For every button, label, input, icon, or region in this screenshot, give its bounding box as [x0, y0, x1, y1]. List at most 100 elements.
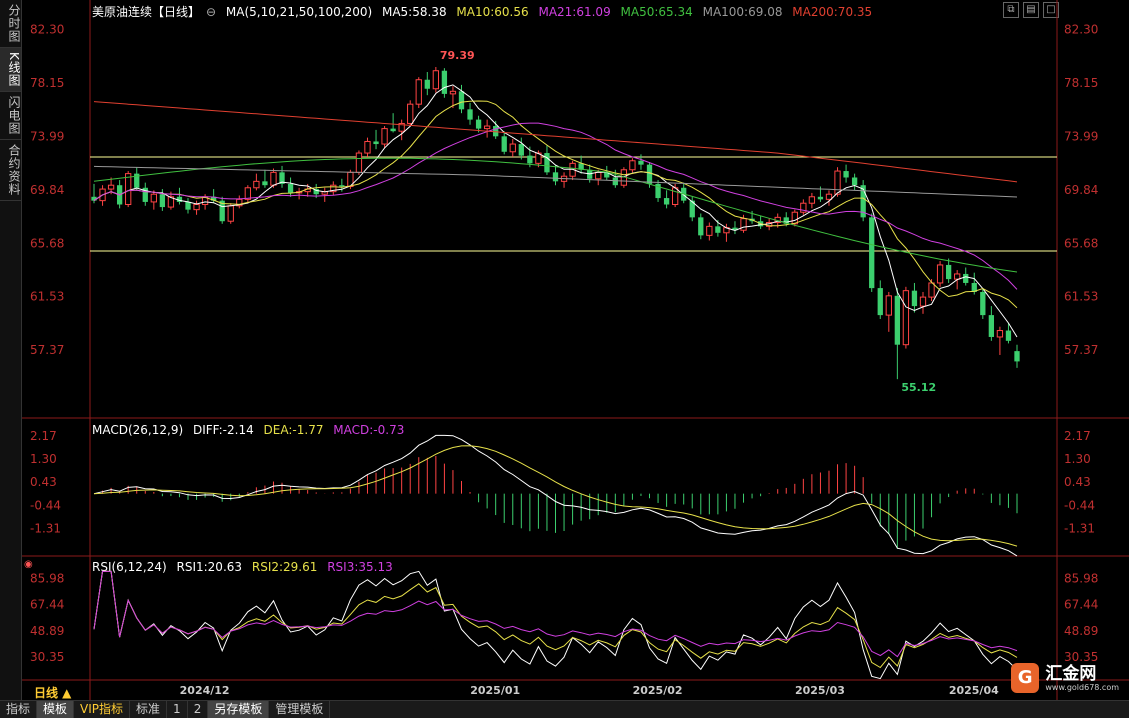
brand-name: 汇金网 — [1045, 663, 1097, 684]
candle-body — [364, 140, 371, 154]
btab-1[interactable]: 1 — [167, 701, 188, 718]
candle-body — [834, 170, 841, 195]
candle-body — [449, 90, 457, 95]
candle-body — [843, 171, 849, 178]
candle-body — [894, 295, 901, 345]
high-label: 79.39 — [440, 49, 475, 62]
candle-body — [595, 171, 602, 180]
candle-body — [244, 187, 251, 200]
candle-body — [877, 288, 883, 316]
rsi-tick-left: 85.98 — [30, 571, 64, 585]
candle-body — [253, 180, 260, 189]
candle-body — [150, 193, 157, 203]
candle-body — [928, 282, 935, 298]
candle-body — [919, 296, 927, 307]
candle-body — [159, 194, 166, 208]
candle-body — [544, 153, 550, 173]
candle-body — [663, 198, 670, 205]
candle-body — [612, 177, 618, 186]
candle-body — [287, 183, 294, 193]
macd-tick-right: 0.43 — [1064, 475, 1091, 489]
kline-chart[interactable]: 79.39 55.12 82.30 82.30 78.15 78.15 73.99 73.99… — [0, 0, 1129, 700]
candle-body — [355, 152, 363, 173]
candle-body — [185, 201, 191, 210]
macd-tick-right: -0.44 — [1064, 498, 1095, 512]
price-tick-left: 73.99 — [30, 129, 64, 143]
candle-body — [415, 79, 422, 105]
candle-body — [980, 291, 986, 316]
candle-body — [193, 203, 200, 211]
btab-save-template[interactable]: 另存模板 — [208, 701, 270, 718]
price-tick-right: 73.99 — [1064, 129, 1098, 143]
candle-body — [107, 184, 115, 190]
date-tick: 2025/01 — [470, 684, 520, 697]
candle-body — [501, 136, 507, 152]
rsi-tick-left: 67.44 — [30, 598, 64, 612]
candle-body — [262, 181, 268, 186]
rsi-tick-right: 48.89 — [1064, 624, 1098, 638]
ma10-line — [93, 100, 1018, 309]
macd-tick-left: -1.31 — [30, 521, 61, 535]
candle-body — [483, 125, 491, 130]
price-tick-left: 82.30 — [30, 23, 64, 37]
rsi1-line — [93, 570, 1018, 680]
candle-body — [963, 273, 969, 283]
low-label: 55.12 — [901, 381, 936, 394]
btab-indicator[interactable]: 指标 — [0, 701, 38, 718]
axis-labels: 79.39 55.12 82.30 82.30 78.15 78.15 73.99 73.99… — [30, 23, 1098, 697]
macd-tick-left: 1.30 — [30, 452, 57, 466]
candle-body — [270, 171, 277, 186]
candle-body — [638, 160, 644, 165]
watermark: G 汇金网 www.gold678.com — [1011, 660, 1119, 696]
price-tick-left: 65.68 — [30, 236, 64, 250]
date-tick: 2025/03 — [795, 684, 845, 697]
candle-body — [407, 103, 414, 124]
candle-body — [740, 218, 747, 231]
candle-body — [885, 295, 892, 316]
btab-standard[interactable]: 标准 — [130, 701, 168, 718]
candle-body — [518, 144, 524, 156]
candle-body — [646, 164, 653, 184]
date-tick: 2024/12 — [180, 684, 230, 697]
price-tick-left: 78.15 — [30, 76, 64, 90]
candle-body — [373, 141, 379, 145]
candle-body — [936, 264, 944, 284]
price-tick-right: 61.53 — [1064, 290, 1098, 304]
candle-body — [227, 205, 234, 222]
btab-manage-template[interactable]: 管理模板 — [269, 701, 331, 718]
btab-2[interactable]: 2 — [188, 701, 209, 718]
candle-body — [339, 185, 345, 187]
rsi-tick-right: 85.98 — [1064, 571, 1098, 585]
macd-tick-right: -1.31 — [1064, 521, 1095, 535]
date-tick: 2025/04 — [949, 684, 999, 697]
btab-vip-indicator[interactable]: VIP指标 — [74, 701, 131, 718]
period-selector[interactable]: 日线 ▲ — [34, 684, 71, 701]
candle-body — [817, 196, 824, 200]
candle-body — [808, 196, 816, 204]
macd-tick-left: 0.43 — [30, 475, 57, 489]
candle-body — [851, 177, 858, 186]
candle-body — [381, 128, 388, 145]
macd-tick-left: -0.44 — [30, 498, 61, 512]
candles-layer — [91, 67, 1020, 380]
date-tick: 2025/02 — [633, 684, 683, 697]
candle-body — [1014, 351, 1020, 362]
price-tick-right: 57.37 — [1064, 343, 1098, 357]
candle-body — [911, 290, 918, 307]
candle-body — [475, 119, 482, 129]
candle-body — [467, 109, 473, 120]
price-tick-left: 57.37 — [30, 343, 64, 357]
rsi-layer — [93, 570, 1018, 680]
candle-body — [996, 330, 1004, 338]
price-tick-right: 82.30 — [1064, 23, 1098, 37]
candle-body — [954, 273, 961, 280]
macd-tick-right: 2.17 — [1064, 429, 1091, 443]
candle-body — [441, 70, 448, 94]
rsi2-line — [93, 570, 1018, 669]
candle-body — [791, 211, 798, 225]
price-tick-left: 61.53 — [30, 290, 64, 304]
btab-template[interactable]: 模板 — [37, 701, 75, 718]
macd-tick-left: 2.17 — [30, 429, 57, 443]
candle-body — [432, 70, 440, 90]
rsi-tick-left: 48.89 — [30, 624, 64, 638]
